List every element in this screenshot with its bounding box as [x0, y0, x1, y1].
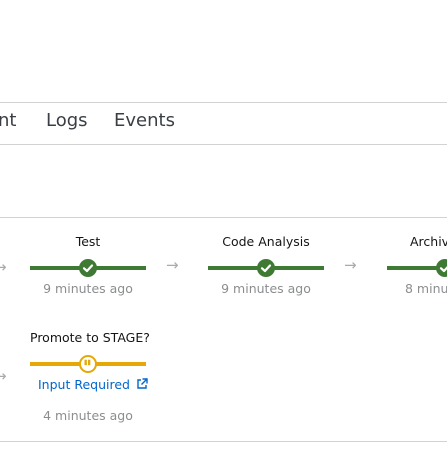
pipeline-top-divider — [0, 217, 447, 218]
stage-name: Code Analysis — [222, 234, 310, 249]
stage-name: Promote to STAGE? — [30, 330, 150, 345]
input-required-link[interactable]: Input Required — [38, 377, 148, 393]
check-icon — [436, 259, 447, 277]
external-link-icon[interactable] — [136, 378, 148, 390]
arrow-right-icon: → — [166, 256, 179, 274]
arrow-right-icon: → — [0, 258, 7, 276]
tab-events[interactable]: Events — [114, 108, 175, 134]
check-icon — [79, 259, 97, 277]
header-divider — [0, 102, 447, 103]
tab-logs[interactable]: Logs — [46, 108, 88, 134]
input-required-label[interactable]: Input Required — [38, 377, 130, 392]
tab-partial[interactable]: nt — [0, 108, 16, 134]
pipeline-page: nt Logs Events → Test 9 minutes ago → Co… — [0, 0, 447, 451]
stage-time: 8 minu — [405, 281, 447, 296]
arrow-right-icon: → — [344, 256, 357, 274]
stage-name: Archiv — [410, 234, 447, 249]
tabs-divider — [0, 144, 447, 145]
pipeline-bottom-divider — [0, 441, 447, 442]
stage-time: 9 minutes ago — [43, 281, 133, 296]
arrow-right-icon: → — [0, 367, 7, 385]
stage-time: 4 minutes ago — [43, 408, 133, 423]
stage-time: 9 minutes ago — [221, 281, 311, 296]
pause-icon — [79, 355, 97, 373]
check-icon — [257, 259, 275, 277]
stage-name: Test — [75, 234, 101, 249]
